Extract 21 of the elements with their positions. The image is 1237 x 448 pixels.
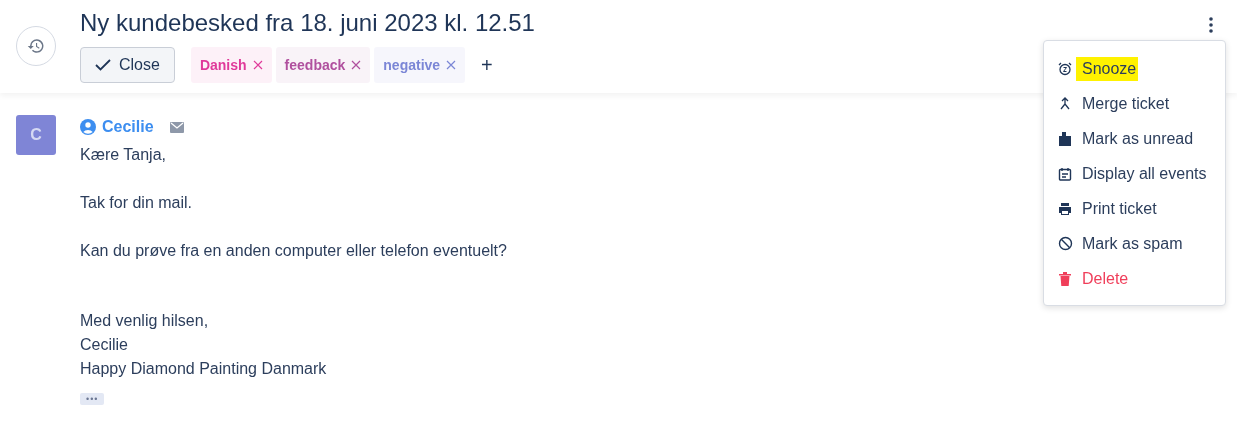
ticket-title: Ny kundebesked fra 18. juni 2023 kl. 12.51 xyxy=(80,8,535,38)
tag: negative xyxy=(374,47,466,83)
message-text: Kære Tanja, xyxy=(80,145,167,165)
message-text: Cecilie xyxy=(80,335,129,355)
menu-item[interactable]: Merge ticket xyxy=(1044,86,1225,121)
menu-item[interactable]: Delete xyxy=(1044,261,1225,296)
message-text: Tak for din mail. xyxy=(80,193,194,213)
message-text: Happy Diamond Painting Danmark xyxy=(80,359,328,379)
tag: feedback xyxy=(275,47,371,83)
menu-item[interactable]: Print ticket xyxy=(1044,191,1225,226)
add-tag-button[interactable]: + xyxy=(473,50,501,80)
menu-item[interactable]: Mark as unread xyxy=(1044,121,1225,156)
close-ticket-button[interactable]: Close xyxy=(80,47,175,83)
menu-item[interactable]: Snooze xyxy=(1044,51,1225,86)
message-text: Kan du prøve fra en anden computer eller telefon eventuelt? xyxy=(80,241,507,261)
menu-item[interactable]: Display all events xyxy=(1044,156,1225,191)
show-more-button[interactable]: ••• xyxy=(80,393,105,405)
tag: Danish xyxy=(190,47,272,83)
menu-item[interactable]: Mark as spam xyxy=(1044,226,1225,261)
message-text: Med venlig hilsen, xyxy=(80,311,210,331)
sender-avatar: C xyxy=(16,115,56,155)
